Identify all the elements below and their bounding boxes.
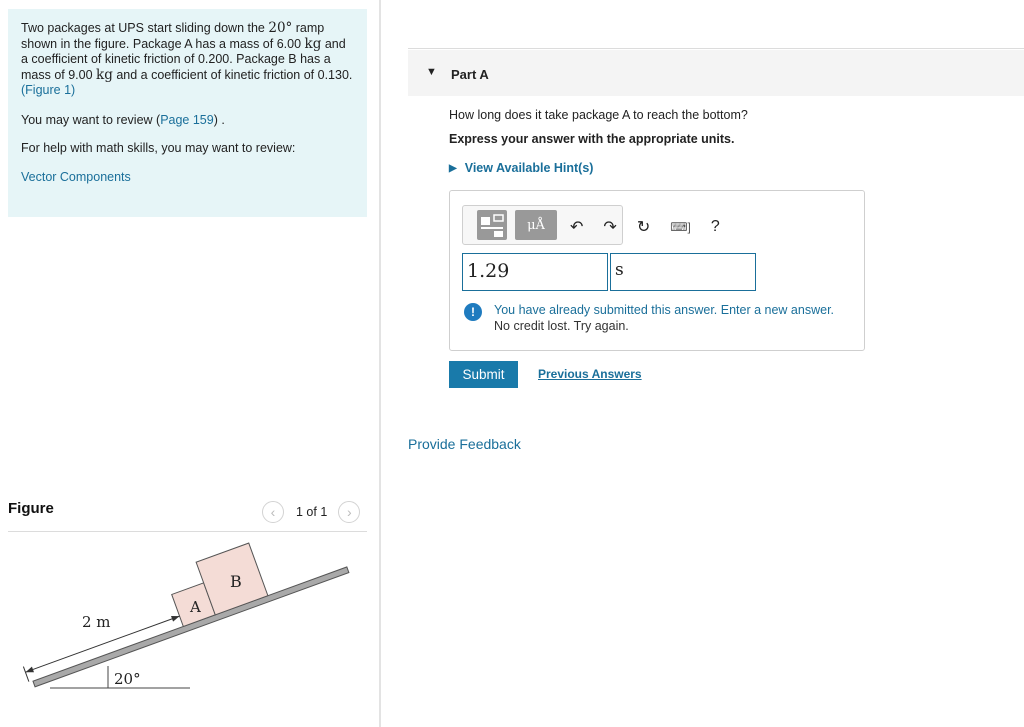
- redo-icon[interactable]: ↷: [603, 217, 616, 237]
- label-angle: 20°: [114, 670, 141, 688]
- submit-button[interactable]: Submit: [449, 361, 518, 388]
- answer-unit-input[interactable]: s: [610, 253, 756, 291]
- problem-text: Two packages at UPS start sliding down t…: [21, 20, 353, 83]
- keyboard-icon[interactable]: ⌨]: [670, 220, 691, 234]
- feedback-message: ! You have already submitted this answer…: [464, 302, 834, 334]
- chevron-right-icon[interactable]: ›: [338, 501, 361, 523]
- instruction-text: Express your answer with the appropriate…: [449, 132, 735, 146]
- ramp: [32, 566, 350, 688]
- caret-right-icon: ▶: [449, 162, 457, 174]
- hints-label: View Available Hint(s): [464, 161, 594, 175]
- part-header[interactable]: ▼ Part A: [408, 50, 1024, 96]
- feedback-line2: No credit lost. Try again.: [494, 319, 629, 333]
- chevron-left-icon[interactable]: ‹: [262, 501, 284, 523]
- feedback-line1: You have already submitted this answer. …: [494, 303, 835, 317]
- label-distance: 2 m: [82, 613, 111, 631]
- toolbar-actions: ↶ ↷ ↻ ⌨] ?: [570, 215, 720, 239]
- templates-icon[interactable]: [477, 210, 507, 240]
- alert-icon: !: [464, 303, 482, 321]
- reset-icon[interactable]: ↻: [637, 217, 650, 237]
- review-text: You may want to review (Page 159) .: [21, 112, 225, 127]
- label-b: B: [230, 572, 242, 591]
- answer-box: μÅ ↶ ↷ ↻ ⌨] ? 1.29 s ! You have already …: [449, 190, 865, 351]
- column-divider: [379, 0, 381, 727]
- page-link[interactable]: Page 159: [160, 113, 214, 127]
- units-icon[interactable]: μÅ: [515, 210, 557, 240]
- answer-value-input[interactable]: 1.29: [462, 253, 608, 291]
- figure-title: Figure: [8, 500, 54, 517]
- question-text: How long does it take package A to reach…: [449, 108, 748, 122]
- help-icon[interactable]: ?: [711, 218, 720, 236]
- math-help-text: For help with math skills, you may want …: [21, 141, 296, 155]
- page-count: 1 of 1: [296, 505, 328, 519]
- vector-components-link[interactable]: Vector Components: [21, 170, 131, 184]
- undo-icon[interactable]: ↶: [570, 217, 583, 237]
- figure-divider: [8, 531, 367, 532]
- view-hints-link[interactable]: ▶ View Available Hint(s): [449, 161, 593, 175]
- figure-pager: ‹ 1 of 1 ›: [262, 500, 361, 524]
- provide-feedback-link[interactable]: Provide Feedback: [408, 436, 521, 452]
- ramp-figure: A B 2 m 20°: [22, 542, 350, 689]
- label-a: A: [189, 598, 201, 616]
- figure-link[interactable]: (Figure 1): [21, 83, 75, 97]
- previous-answers-link[interactable]: Previous Answers: [538, 367, 642, 381]
- part-top-rule: [408, 48, 1024, 49]
- left-panel: Two packages at UPS start sliding down t…: [0, 0, 380, 727]
- caret-down-icon[interactable]: ▼: [426, 66, 437, 78]
- problem-statement: Two packages at UPS start sliding down t…: [8, 9, 367, 217]
- part-title: Part A: [451, 67, 489, 82]
